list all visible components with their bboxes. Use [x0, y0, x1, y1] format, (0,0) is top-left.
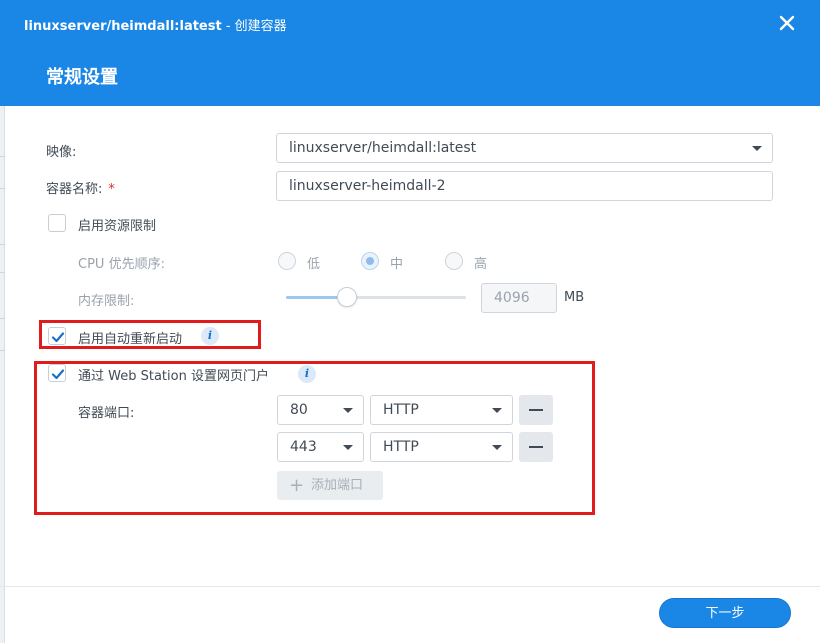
container-name-label: 容器名称: *: [46, 182, 115, 197]
close-icon[interactable]: [776, 12, 798, 34]
cpu-priority-high-label: 高: [474, 257, 488, 272]
memory-slider-thumb[interactable]: [337, 287, 358, 307]
chevron-down-icon: [752, 146, 762, 151]
memory-slider-track[interactable]: [286, 296, 466, 299]
memory-limit-value: 4096: [494, 290, 530, 306]
window-title-suffix: - 创建容器: [221, 19, 287, 34]
memory-limit-input[interactable]: 4096: [481, 283, 557, 313]
section-title: 常规设置: [46, 67, 118, 88]
container-name-input[interactable]: linuxserver-heimdall-2: [276, 171, 773, 201]
resource-limit-label: 启用资源限制: [78, 219, 157, 234]
image-select[interactable]: linuxserver/heimdall:latest: [276, 133, 773, 163]
image-select-value: linuxserver/heimdall:latest: [289, 140, 477, 156]
cpu-priority-mid-radio[interactable]: [361, 252, 379, 270]
cpu-priority-low-label: 低: [307, 257, 321, 272]
cpu-priority-mid-label: 中: [390, 257, 404, 272]
window-title-main: linuxserver/heimdall:latest: [24, 19, 222, 34]
background-window-edge: [0, 106, 5, 643]
dialog-header: linuxserver/heimdall:latest - 创建容器 常规设置: [0, 0, 820, 106]
required-marker: *: [108, 182, 115, 197]
footer-divider: [0, 586, 820, 587]
annotation-box-auto-restart: [39, 320, 261, 349]
memory-unit-label: MB: [564, 290, 585, 305]
container-name-value: linuxserver-heimdall-2: [289, 178, 446, 194]
window-title: linuxserver/heimdall:latest - 创建容器: [24, 15, 287, 34]
annotation-box-web-station: [34, 361, 595, 515]
next-button[interactable]: 下一步: [659, 598, 791, 628]
memory-limit-label: 内存限制:: [78, 294, 135, 309]
cpu-priority-low-radio[interactable]: [278, 252, 296, 270]
resource-limit-checkbox[interactable]: [48, 214, 66, 232]
cpu-priority-high-radio[interactable]: [445, 252, 463, 270]
image-label: 映像:: [46, 145, 77, 160]
cpu-priority-label: CPU 优先顺序:: [78, 257, 165, 272]
